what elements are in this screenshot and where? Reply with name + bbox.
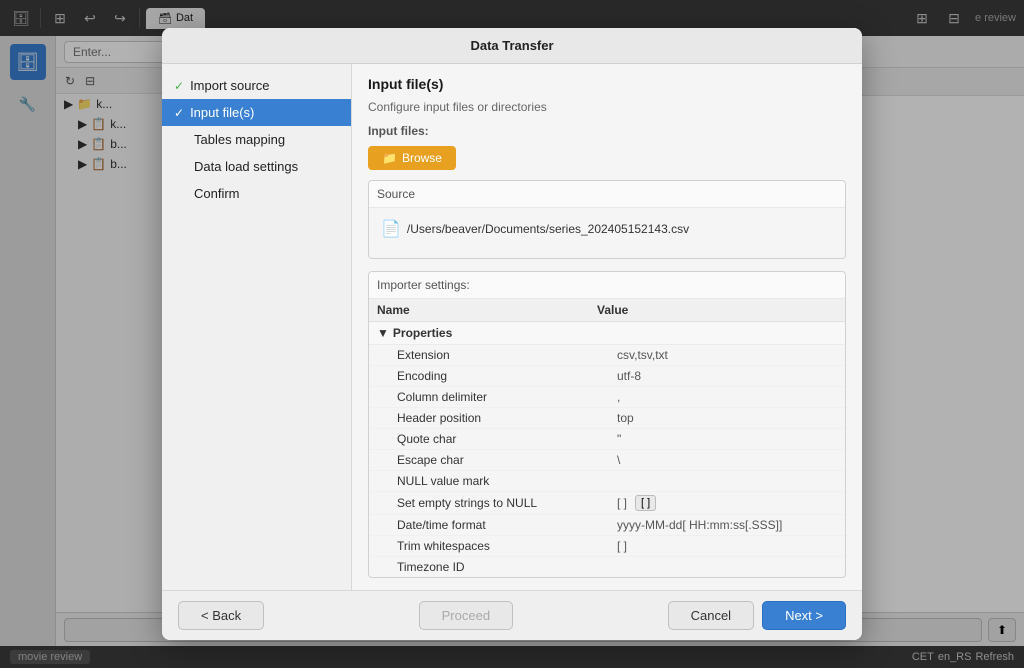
source-section: Source 📄 /Users/beaver/Documents/series_… xyxy=(368,180,846,259)
prop-row-empty-null: Set empty strings to NULL [ ] [ ] xyxy=(369,492,845,515)
footer-left-buttons: < Back xyxy=(178,601,264,630)
empty-null-edit-btn[interactable]: [ ] xyxy=(635,495,656,511)
cancel-button[interactable]: Cancel xyxy=(668,601,754,630)
props-group-properties: ▼ Properties xyxy=(369,322,845,345)
group-expand-icon: ▼ xyxy=(377,326,389,340)
prop-value-encoding: utf-8 xyxy=(617,369,837,383)
nav-confirm[interactable]: Confirm xyxy=(162,180,351,207)
content-section-header: Input file(s) Configure input files or d… xyxy=(368,76,846,114)
prop-value-quote: " xyxy=(617,432,837,446)
importer-settings-label: Importer settings: xyxy=(369,272,845,299)
modal-body: ✓ Import source ✓ Input file(s) Tables m… xyxy=(162,64,862,590)
prop-row-encoding: Encoding utf-8 xyxy=(369,366,845,387)
prop-row-header-pos: Header position top xyxy=(369,408,845,429)
prop-name-empty-null: Set empty strings to NULL xyxy=(397,496,617,510)
back-button[interactable]: < Back xyxy=(178,601,264,630)
prop-value-escape: \ xyxy=(617,453,837,467)
group-label: Properties xyxy=(393,326,452,340)
check-icon-input: ✓ xyxy=(174,106,184,120)
prop-name-null-mark: NULL value mark xyxy=(397,474,617,488)
prop-name-header-pos: Header position xyxy=(397,411,617,425)
nav-label-input: Input file(s) xyxy=(190,105,254,120)
prop-value-header-pos: top xyxy=(617,411,837,425)
browse-button[interactable]: 📁 Browse xyxy=(368,146,456,170)
props-table: Name Value ▼ Properties Extension csv,ts… xyxy=(369,299,845,577)
prop-name-timezone: Timezone ID xyxy=(397,560,617,574)
props-table-header: Name Value xyxy=(369,299,845,322)
outer-container: 🗄 ⊞ ↩ ↪ 🗃 Dat ⊞ ⊟ e review 🗄 🔧 xyxy=(0,0,1024,668)
modal-footer: < Back Proceed Cancel Next > xyxy=(162,590,862,640)
file-path: /Users/beaver/Documents/series_202405152… xyxy=(407,222,689,236)
nav-input-files[interactable]: ✓ Input file(s) xyxy=(162,99,351,126)
check-icon-import: ✓ xyxy=(174,79,184,93)
col-name-header: Name xyxy=(377,303,597,317)
nav-label-tables: Tables mapping xyxy=(194,132,285,147)
content-title: Input file(s) xyxy=(368,76,846,92)
nav-data-load[interactable]: Data load settings xyxy=(162,153,351,180)
prop-row-escape: Escape char \ xyxy=(369,450,845,471)
prop-row-trim: Trim whitespaces [ ] xyxy=(369,536,845,557)
prop-name-encoding: Encoding xyxy=(397,369,617,383)
prop-value-datetime: yyyy-MM-dd[ HH:mm:ss[.SSS]] xyxy=(617,518,837,532)
file-entry: 📄 /Users/beaver/Documents/series_2024051… xyxy=(377,216,837,242)
modal-main-content: Input file(s) Configure input files or d… xyxy=(352,64,862,590)
prop-name-datetime: Date/time format xyxy=(397,518,617,532)
nav-label-dataload: Data load settings xyxy=(194,159,298,174)
prop-row-null-mark: NULL value mark xyxy=(369,471,845,492)
input-files-label: Input files: xyxy=(368,124,846,138)
nav-label-import: Import source xyxy=(190,78,269,93)
source-section-body: 📄 /Users/beaver/Documents/series_2024051… xyxy=(369,208,845,258)
input-files-section: Input files: 📁 Browse xyxy=(368,124,846,180)
prop-value-empty-null: [ ] [ ] xyxy=(617,495,837,511)
prop-row-delimiter: Column delimiter , xyxy=(369,387,845,408)
prop-row-quote: Quote char " xyxy=(369,429,845,450)
browse-row: 📁 Browse xyxy=(368,146,846,170)
modal-titlebar: Data Transfer xyxy=(162,28,862,64)
importer-settings-section: Importer settings: Name Value ▼ Properti… xyxy=(368,271,846,578)
folder-icon: 📁 xyxy=(382,151,397,165)
prop-value-trim: [ ] xyxy=(617,539,837,553)
modal-overlay: Data Transfer ✓ Import source ✓ Input fi… xyxy=(0,0,1024,668)
prop-value-delimiter: , xyxy=(617,390,837,404)
nav-tables-mapping[interactable]: Tables mapping xyxy=(162,126,351,153)
prop-row-extension: Extension csv,tsv,txt xyxy=(369,345,845,366)
prop-value-extension: csv,tsv,txt xyxy=(617,348,837,362)
nav-import-source[interactable]: ✓ Import source xyxy=(162,72,351,99)
footer-center-buttons: Proceed xyxy=(419,601,513,630)
prop-name-delimiter: Column delimiter xyxy=(397,390,617,404)
csv-file-icon: 📄 xyxy=(381,219,401,239)
proceed-button[interactable]: Proceed xyxy=(419,601,513,630)
modal-sidebar: ✓ Import source ✓ Input file(s) Tables m… xyxy=(162,64,352,590)
modal-title: Data Transfer xyxy=(470,38,553,53)
source-section-label: Source xyxy=(369,181,845,208)
prop-row-timezone: Timezone ID xyxy=(369,557,845,577)
modal-dialog: Data Transfer ✓ Import source ✓ Input fi… xyxy=(162,28,862,640)
prop-name-trim: Trim whitespaces xyxy=(397,539,617,553)
prop-row-datetime: Date/time format yyyy-MM-dd[ HH:mm:ss[.S… xyxy=(369,515,845,536)
browse-btn-label: Browse xyxy=(402,151,442,165)
prop-name-extension: Extension xyxy=(397,348,617,362)
prop-name-quote: Quote char xyxy=(397,432,617,446)
footer-right-buttons: Cancel Next > xyxy=(668,601,846,630)
next-button[interactable]: Next > xyxy=(762,601,846,630)
content-subtitle: Configure input files or directories xyxy=(368,100,846,114)
prop-name-escape: Escape char xyxy=(397,453,617,467)
col-value-header: Value xyxy=(597,303,837,317)
nav-label-confirm: Confirm xyxy=(194,186,240,201)
